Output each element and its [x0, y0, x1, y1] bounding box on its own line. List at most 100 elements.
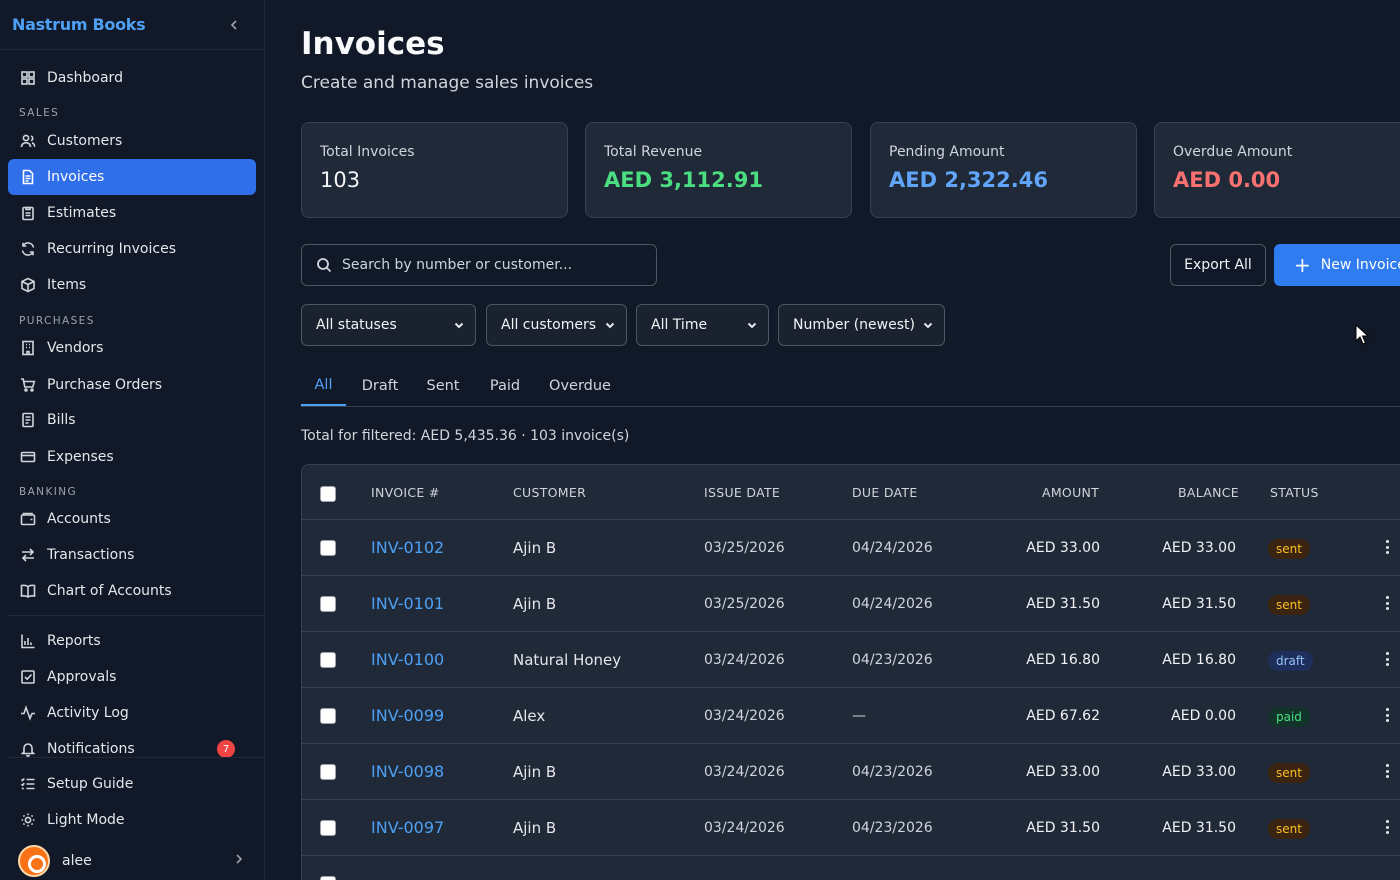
sidebar-item-invoices[interactable]: Invoices: [8, 159, 256, 195]
balance: AED 33.00: [1162, 764, 1236, 780]
sidebar-item-estimates[interactable]: Estimates: [8, 195, 256, 231]
table-row[interactable]: INV-0102 Ajin B 03/25/2026 04/24/2026 AE…: [302, 520, 1400, 576]
sidebar-item-transactions[interactable]: Transactions: [8, 537, 256, 573]
sidebar-item-vendors[interactable]: Vendors: [8, 330, 256, 366]
due-date: —: [852, 708, 866, 724]
sidebar-item-items[interactable]: Items: [8, 267, 256, 303]
select-all-checkbox[interactable]: [320, 486, 336, 502]
more-actions-icon[interactable]: [1383, 649, 1391, 669]
sidebar-item-chart-of-accounts[interactable]: Chart of Accounts: [8, 573, 256, 609]
row-checkbox[interactable]: [320, 876, 336, 880]
row-checkbox[interactable]: [320, 820, 336, 836]
column-header-invoice[interactable]: INVOICE #: [371, 485, 440, 500]
column-header-status[interactable]: STATUS: [1270, 485, 1319, 500]
status-badge: paid: [1268, 707, 1310, 727]
table-row[interactable]: INV-0098 Ajin B 03/24/2026 04/23/2026 AE…: [302, 744, 1400, 800]
row-checkbox[interactable]: [320, 652, 336, 668]
more-actions-icon[interactable]: [1383, 593, 1391, 613]
sidebar-item-purchase-orders[interactable]: Purchase Orders: [8, 367, 256, 403]
invoice-number-link[interactable]: INV-0100: [371, 650, 444, 669]
more-actions-icon[interactable]: [1383, 537, 1391, 557]
collapse-sidebar-icon[interactable]: [224, 15, 244, 35]
user-menu[interactable]: alee: [8, 841, 256, 880]
sidebar-item-light-mode[interactable]: Light Mode: [8, 802, 256, 838]
more-actions-icon[interactable]: [1383, 705, 1391, 725]
sidebar-item-accounts[interactable]: Accounts: [8, 501, 256, 537]
sidebar-item-bills[interactable]: Bills: [8, 402, 256, 438]
table-header: INVOICE # CUSTOMER ISSUE DATE DUE DATE A…: [302, 465, 1400, 520]
invoice-number-link[interactable]: INV-0097: [371, 818, 444, 837]
export-all-button[interactable]: Export All: [1170, 244, 1266, 286]
sidebar-item-notifications[interactable]: Notifications 7: [8, 731, 256, 767]
stat-label: Total Revenue: [604, 144, 703, 160]
sidebar-item-expenses[interactable]: Expenses: [8, 439, 256, 475]
period-filter-select[interactable]: All Time: [636, 304, 769, 346]
column-header-balance[interactable]: BALANCE: [1178, 485, 1239, 500]
refresh-icon: [19, 240, 37, 258]
table-row[interactable]: INV-0100 Natural Honey 03/24/2026 04/23/…: [302, 632, 1400, 688]
chevron-right-icon: [234, 853, 244, 869]
stat-card-pending-amount: Pending Amount AED 2,322.46: [870, 122, 1137, 218]
new-invoice-button[interactable]: + New Invoice: [1274, 244, 1400, 286]
amount: AED 31.50: [1026, 596, 1100, 612]
more-actions-icon[interactable]: [1383, 761, 1391, 781]
activity-icon: [19, 704, 37, 722]
customer-name: Ajin B: [513, 539, 557, 557]
due-date: 04/24/2026: [852, 596, 933, 612]
column-header-amount[interactable]: AMOUNT: [1042, 485, 1099, 500]
arrows-swap-icon: [19, 546, 37, 564]
table-row[interactable]: INV-0101 Ajin B 03/25/2026 04/24/2026 AE…: [302, 576, 1400, 632]
invoices-table: INVOICE # CUSTOMER ISSUE DATE DUE DATE A…: [301, 464, 1400, 880]
tab-sent[interactable]: Sent: [425, 366, 461, 406]
sidebar-item-approvals[interactable]: Approvals: [8, 659, 256, 695]
customer-filter-select[interactable]: All customers: [486, 304, 627, 346]
stat-value: 103: [320, 168, 361, 192]
row-checkbox[interactable]: [320, 708, 336, 724]
search-input[interactable]: [342, 257, 642, 273]
due-date: 04/23/2026: [852, 764, 933, 780]
section-label-purchases: PURCHASES: [19, 315, 95, 327]
sidebar-item-customers[interactable]: Customers: [8, 123, 256, 159]
status-filter-value: All statuses: [316, 317, 397, 333]
search-field[interactable]: [301, 244, 657, 286]
due-date: 04/24/2026: [852, 540, 933, 556]
table-row[interactable]: INV-0099 Alex 03/24/2026 — AED 67.62 AED…: [302, 688, 1400, 744]
more-actions-icon[interactable]: [1383, 817, 1391, 837]
tab-all[interactable]: All: [301, 366, 346, 406]
issue-date: 03/24/2026: [704, 820, 785, 836]
invoice-number-link[interactable]: INV-0099: [371, 706, 444, 725]
bell-icon: [19, 740, 37, 758]
invoice-number-link[interactable]: INV-0102: [371, 538, 444, 557]
sidebar-item-label: Setup Guide: [47, 776, 134, 792]
sidebar-item-reports[interactable]: Reports: [8, 623, 256, 659]
row-checkbox[interactable]: [320, 764, 336, 780]
tab-overdue[interactable]: Overdue: [548, 366, 612, 406]
table-row[interactable]: INV-0097 Ajin B 03/24/2026 04/23/2026 AE…: [302, 800, 1400, 856]
amount: AED 33.00: [1026, 764, 1100, 780]
search-icon: [317, 258, 332, 273]
sidebar-item-dashboard[interactable]: Dashboard: [8, 60, 256, 96]
book-icon: [19, 582, 37, 600]
column-header-issue-date[interactable]: ISSUE DATE: [704, 485, 780, 500]
status-filter-select[interactable]: All statuses: [301, 304, 476, 346]
balance: AED 31.50: [1162, 820, 1236, 836]
column-header-due-date[interactable]: DUE DATE: [852, 485, 918, 500]
tab-paid[interactable]: Paid: [488, 366, 522, 406]
tab-draft[interactable]: Draft: [359, 366, 401, 406]
mouse-cursor-icon: [1355, 324, 1369, 345]
sort-select[interactable]: Number (newest): [778, 304, 945, 346]
invoice-number-link[interactable]: INV-0098: [371, 762, 444, 781]
check-square-icon: [19, 668, 37, 686]
sidebar-item-recurring-invoices[interactable]: Recurring Invoices: [8, 231, 256, 267]
balance: AED 16.80: [1162, 652, 1236, 668]
sidebar-item-label: Expenses: [47, 449, 114, 465]
amount: AED 67.62: [1026, 708, 1100, 724]
column-header-customer[interactable]: CUSTOMER: [513, 485, 586, 500]
sidebar-item-activity-log[interactable]: Activity Log: [8, 695, 256, 731]
row-checkbox[interactable]: [320, 540, 336, 556]
sidebar-item-setup-guide[interactable]: Setup Guide: [8, 766, 256, 802]
brand-logo[interactable]: Nastrum Books: [12, 15, 146, 34]
invoice-number-link[interactable]: INV-0101: [371, 594, 444, 613]
row-checkbox[interactable]: [320, 596, 336, 612]
table-row[interactable]: [302, 856, 1400, 880]
